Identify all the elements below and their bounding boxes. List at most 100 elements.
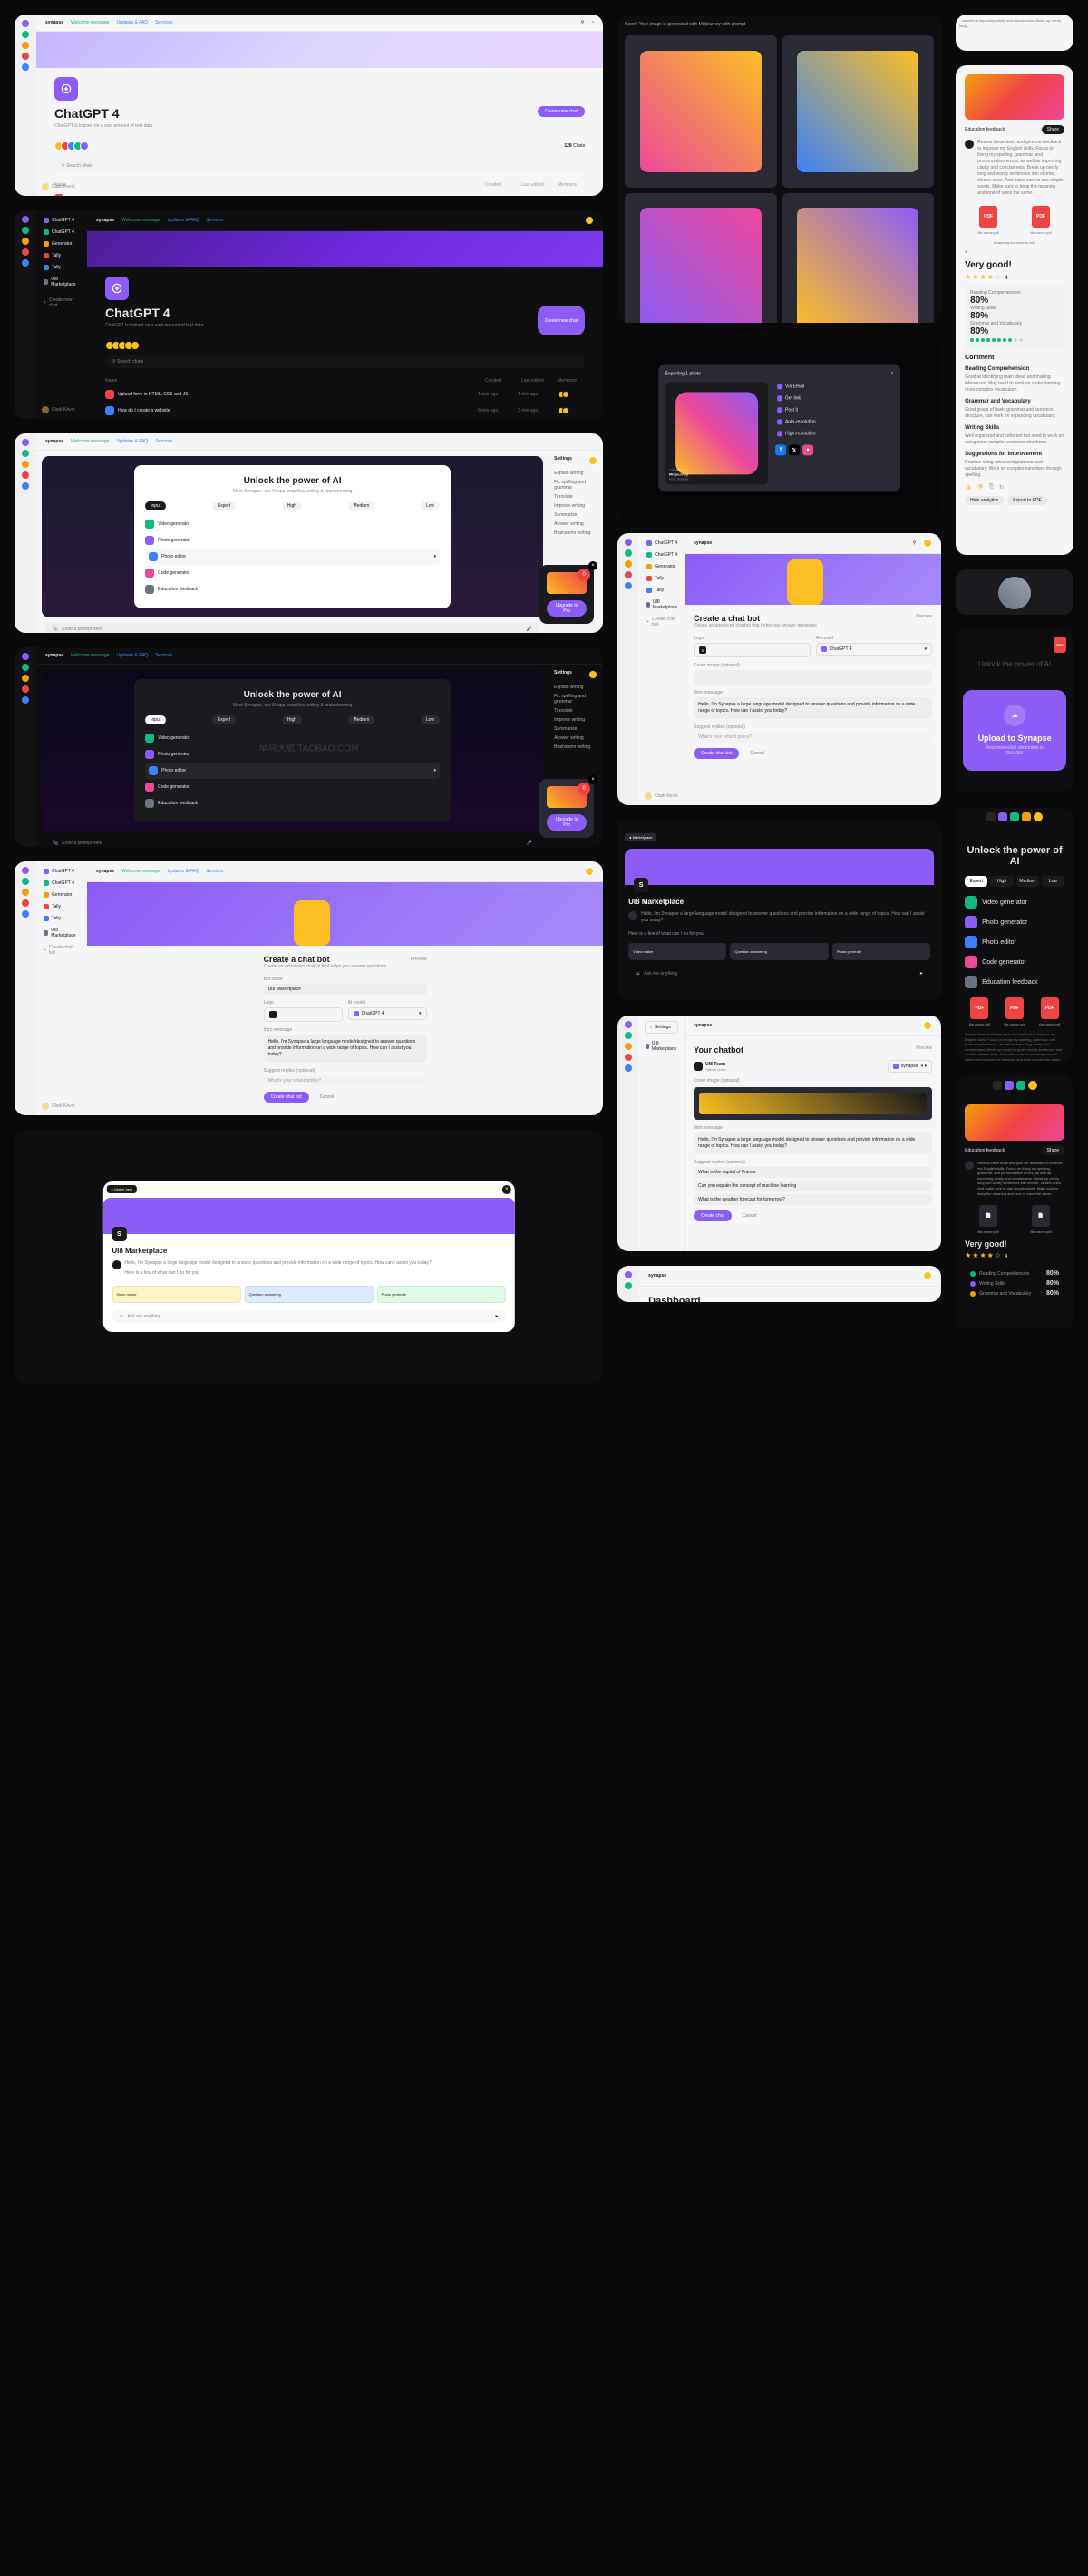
create-chat-button[interactable]: Create new chat: [538, 106, 585, 117]
create-chat-button[interactable]: Create chat: [694, 1210, 732, 1221]
preview-link[interactable]: Preview: [411, 957, 427, 962]
create-chat-button[interactable]: Create new chat: [538, 306, 585, 335]
prompt-input[interactable]: 📎Enter a prompt here🎤: [45, 837, 539, 847]
topbar-welcome[interactable]: Welcome message: [71, 20, 109, 25]
topbar-updates[interactable]: Updates & FAQ: [116, 20, 148, 25]
quick-action[interactable]: Question answering: [244, 1286, 373, 1303]
menu-icon[interactable]: [986, 812, 996, 821]
panel-item[interactable]: Explain writing: [554, 469, 597, 478]
export-option[interactable]: Via Email: [775, 382, 893, 391]
tab-low[interactable]: Low: [421, 501, 440, 510]
sidebar-create[interactable]: + Create new chat: [42, 296, 82, 310]
chat-row[interactable]: How do I create a website6 min ago3 min …: [105, 403, 585, 419]
avatar[interactable]: [588, 456, 597, 465]
generated-image[interactable]: [782, 193, 935, 323]
intro-textarea[interactable]: Hello, I'm Synapse a large language mode…: [264, 1035, 427, 1063]
tool-item[interactable]: Video generator: [965, 892, 1064, 912]
botname-input[interactable]: UI8 Marketplace: [264, 984, 427, 995]
marketplace-title: UI8 Marketplace: [112, 1247, 505, 1255]
upload-card[interactable]: ☁ Upload to Synapse Recommended dimensio…: [963, 690, 1066, 771]
chat-row[interactable]: Upload form in HTML, CSS and JS1 min ago…: [105, 386, 585, 403]
close-icon[interactable]: ×: [891, 371, 894, 376]
attach-icon[interactable]: 📎: [53, 627, 58, 632]
rail-dot[interactable]: [22, 31, 29, 38]
avatar[interactable]: [585, 216, 594, 225]
generated-image[interactable]: [625, 193, 777, 323]
model-select[interactable]: ChatGPT 4▾: [348, 1007, 427, 1020]
nav-back[interactable]: ‹ Settings: [645, 1021, 678, 1034]
sidebar-item[interactable]: ChatGPT 4: [42, 228, 82, 237]
tab-high[interactable]: High: [282, 501, 302, 510]
notification-icon[interactable]: ◔: [591, 20, 594, 25]
topbar-services[interactable]: Services: [155, 20, 172, 25]
send-icon[interactable]: ➤: [495, 1314, 499, 1319]
search-icon[interactable]: ⚲: [912, 540, 916, 546]
logo-upload[interactable]: [264, 1007, 343, 1022]
tool-item[interactable]: Education feedback: [965, 972, 1064, 992]
rail-dot[interactable]: [22, 42, 29, 49]
tool-item[interactable]: Code generator: [145, 565, 440, 581]
tab-medium[interactable]: Medium: [348, 501, 375, 510]
panel-item[interactable]: Fix spelling and grammar: [554, 478, 597, 492]
sidebar-item[interactable]: Tally: [42, 263, 82, 272]
search-input[interactable]: ⚲ Search chats: [105, 355, 585, 368]
cover-upload[interactable]: [694, 670, 932, 685]
tab-input[interactable]: Input: [145, 501, 166, 510]
tool-item[interactable]: Photo generator: [145, 532, 440, 549]
upgrade-promo: × 0 Upgrade to Pro: [539, 565, 594, 624]
prompt-input[interactable]: 📎Enter a prompt here🎤: [45, 623, 539, 633]
sidebar-item[interactable]: Generator: [42, 239, 82, 248]
search-input[interactable]: ⚲ Search chats: [54, 160, 585, 172]
panel-item[interactable]: Brainstorm writing: [554, 529, 597, 538]
file-attachment[interactable]: PDFfile-name.pdf: [965, 206, 1012, 235]
tool-item[interactable]: Photo generator: [965, 912, 1064, 932]
facebook-icon[interactable]: f: [775, 444, 786, 455]
user-profile[interactable]: Clark Kevin: [42, 183, 75, 190]
upgrade-button[interactable]: Upgrade to Pro: [547, 600, 587, 617]
tool-item[interactable]: Photo editor▾: [145, 549, 440, 565]
share-button[interactable]: Share: [1042, 125, 1064, 134]
export-pdf-button[interactable]: Export to PDF: [1007, 496, 1046, 505]
quick-action[interactable]: Photo generate: [377, 1286, 506, 1303]
tool-item[interactable]: Video generator: [145, 516, 440, 532]
tool-item[interactable]: Photo editor: [965, 932, 1064, 952]
tab-expert[interactable]: Expert: [212, 501, 236, 510]
chat-row[interactable]: Upload form in HTML, CSS and JS1 min ago…: [54, 190, 585, 196]
avatar[interactable]: [1034, 812, 1043, 821]
export-option[interactable]: Get link: [775, 394, 893, 403]
generated-image[interactable]: [625, 35, 777, 188]
export-option[interactable]: High-resolution: [775, 429, 893, 438]
create-bot-button[interactable]: Create chat bot: [264, 1092, 309, 1103]
tool-item[interactable]: Education feedback: [145, 581, 440, 598]
sidebar-item[interactable]: Tally: [42, 251, 82, 260]
dribbble-icon[interactable]: ●: [802, 444, 813, 455]
panel-item[interactable]: Improve writing: [554, 501, 597, 510]
chat-input[interactable]: ☺Ask me anything➤: [112, 1310, 505, 1323]
panel-item[interactable]: Translate: [554, 492, 597, 501]
x-icon[interactable]: 𝕏: [789, 444, 800, 455]
suggest-input[interactable]: What's your refund policy?: [264, 1075, 427, 1086]
close-icon[interactable]: ×: [502, 1185, 511, 1194]
breadcrumb[interactable]: Education feedback: [965, 127, 1005, 132]
mobile-upload: PDF Unlock the power of AI ☁ Upload to S…: [956, 629, 1073, 792]
generated-image[interactable]: [782, 35, 935, 188]
mic-icon[interactable]: 🎤: [527, 627, 532, 632]
search-icon[interactable]: ⚲: [580, 20, 584, 25]
quick-action[interactable]: Video maker: [112, 1286, 240, 1303]
emoji-icon[interactable]: ☺: [119, 1314, 123, 1319]
cover-preview[interactable]: [694, 1087, 932, 1120]
hero-gradient: [36, 32, 603, 68]
file-attachment[interactable]: PDFfile-name.pdf: [1017, 206, 1064, 235]
export-option[interactable]: Auto-resolution: [775, 417, 893, 426]
rail-dot[interactable]: [22, 20, 29, 27]
panel-item[interactable]: Summarize: [554, 510, 597, 520]
rail-dot[interactable]: [22, 63, 29, 71]
sidebar-item[interactable]: ChatGPT 4: [42, 216, 82, 225]
export-option[interactable]: Post it: [775, 405, 893, 414]
rail-dot[interactable]: [22, 53, 29, 60]
sidebar-item[interactable]: UI8 Marketplace: [42, 275, 82, 289]
panel-item[interactable]: Answer writing: [554, 520, 597, 529]
hide-analytics-button[interactable]: Hide analytics: [965, 496, 1004, 505]
tool-item[interactable]: Code generator: [965, 952, 1064, 972]
cancel-button[interactable]: Cancel: [313, 1092, 342, 1103]
